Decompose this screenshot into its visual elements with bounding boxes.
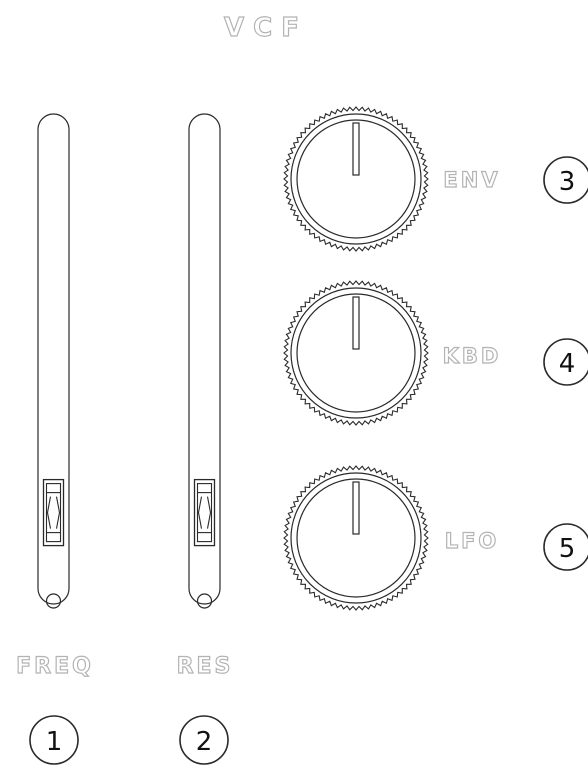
freq-fader-label: FREQ [16, 654, 94, 679]
knob-indicator [352, 481, 360, 535]
env-number: 3 [559, 167, 576, 197]
knob-indicator [352, 296, 360, 350]
knob-indicator [352, 122, 360, 176]
res-number: 2 [196, 727, 213, 757]
res-fader-label: RES [177, 654, 234, 679]
knob-serrated-ring [283, 465, 429, 611]
knob-cap [296, 293, 416, 413]
lfo-knob[interactable] [283, 465, 429, 611]
vcf-panel: VCF FREQ 1 RES 2 ENV 3 KBD 4 LFO 5 [16, 12, 588, 765]
freq-number: 1 [46, 727, 63, 757]
freq-fader-end-hole [45, 593, 62, 609]
knob-outer-ring [290, 113, 422, 245]
kbd-knob-label: KBD [443, 344, 502, 368]
panel-title: VCF [224, 13, 308, 43]
env-knob[interactable] [283, 106, 429, 252]
kbd-number-badge: 4 [543, 338, 588, 386]
res-fader[interactable] [188, 113, 221, 609]
res-fader-end-hole [196, 593, 213, 609]
kbd-knob[interactable] [283, 280, 429, 426]
env-number-badge: 3 [543, 156, 588, 204]
lfo-knob-label: LFO [445, 529, 500, 553]
env-knob-label: ENV [443, 168, 500, 192]
freq-number-badge: 1 [29, 715, 79, 765]
freq-fader-handle[interactable] [42, 478, 65, 547]
kbd-number: 4 [559, 349, 576, 379]
knob-cap [296, 478, 416, 598]
res-fader-handle[interactable] [193, 478, 216, 547]
knob-outer-ring [290, 287, 422, 419]
knob-cap [296, 119, 416, 239]
knob-serrated-ring [283, 280, 429, 426]
knob-serrated-ring [283, 106, 429, 252]
lfo-number-badge: 5 [543, 523, 588, 571]
res-number-badge: 2 [179, 715, 229, 765]
knob-outer-ring [290, 472, 422, 604]
freq-fader[interactable] [37, 113, 70, 609]
lfo-number: 5 [559, 534, 576, 564]
